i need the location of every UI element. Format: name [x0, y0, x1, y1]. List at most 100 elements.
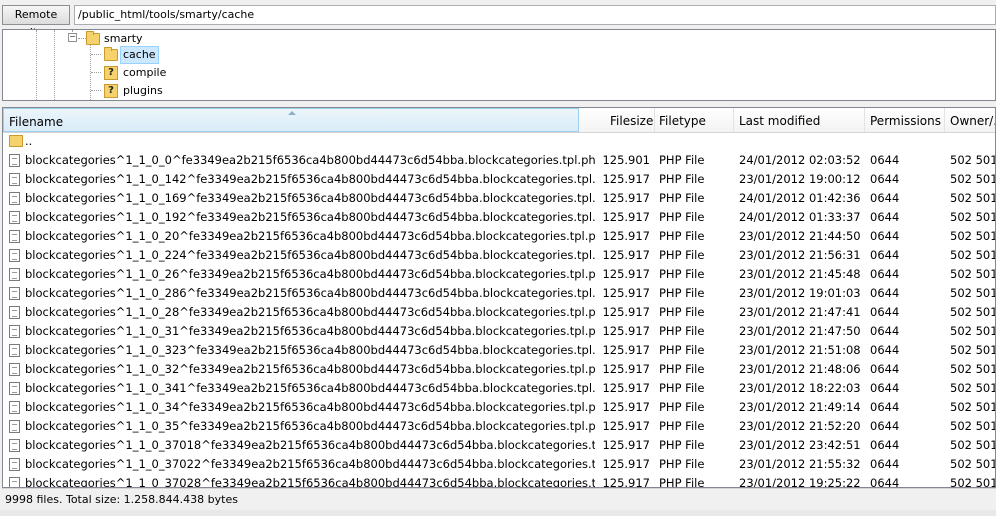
file-type: PHP File [659, 229, 705, 243]
table-row-parent-directory[interactable]: .. [3, 132, 995, 151]
file-owner: 502 501 [950, 210, 996, 224]
unknown-folder-icon: ? [104, 66, 118, 80]
file-permissions: 0644 [870, 305, 900, 319]
tree-guide-line [36, 30, 37, 100]
file-owner: 502 501 [950, 191, 996, 205]
file-type: PHP File [659, 153, 705, 167]
file-type: PHP File [659, 381, 705, 395]
table-row[interactable]: blockcategories^1_1_0_28^fe3349ea2b215f6… [3, 303, 996, 322]
php-file-icon [9, 477, 20, 487]
php-file-icon [9, 344, 20, 357]
file-size: 125.917 [602, 210, 650, 224]
file-last-modified: 23/01/2012 21:55:32 [739, 457, 861, 471]
column-header-filetype[interactable]: Filetype [654, 108, 734, 132]
column-header-last-modified[interactable]: Last modified [734, 108, 865, 132]
file-name: blockcategories^1_1_0_35^fe3349ea2b215f6… [25, 419, 595, 433]
file-permissions: 0644 [870, 172, 900, 186]
table-row[interactable]: blockcategories^1_1_0_31^fe3349ea2b215f6… [3, 322, 995, 341]
file-size: 125.917 [602, 248, 650, 262]
table-row[interactable]: blockcategories^1_1_0_192^fe3349ea2b215f… [3, 208, 996, 227]
file-permissions: 0644 [870, 267, 900, 281]
table-row[interactable]: blockcategories^1_1_0_224^fe3349ea2b215f… [3, 246, 996, 265]
file-last-modified: 24/01/2012 01:42:36 [739, 191, 861, 205]
table-row[interactable]: blockcategories^1_1_0_323^fe3349ea2b215f… [3, 341, 995, 360]
php-file-icon [9, 173, 20, 186]
bottom-strip [0, 510, 996, 516]
file-size: 125.917 [602, 229, 650, 243]
php-file-icon [9, 154, 20, 167]
table-row[interactable]: blockcategories^1_1_0_341^fe3349ea2b215f… [3, 379, 996, 398]
file-last-modified: 23/01/2012 21:52:20 [739, 419, 861, 433]
remote-site-bar: Remote site: /public_html/tools/smarty/c… [0, 0, 996, 39]
column-header-label: Filetype [659, 114, 706, 128]
file-name: blockcategories^1_1_0_169^fe3349ea2b215f… [25, 191, 595, 205]
remote-site-path-input[interactable]: /public_html/tools/smarty/cache [74, 5, 996, 25]
column-header-label: Permissions [870, 114, 941, 128]
file-owner: 502 501 [950, 229, 996, 243]
table-row[interactable]: blockcategories^1_1_0_34^fe3349ea2b215f6… [3, 398, 996, 417]
file-last-modified: 23/01/2012 19:25:22 [739, 476, 861, 488]
remote-directory-tree[interactable]: − smarty cache ? compile ? plugins [2, 29, 996, 101]
file-name: blockcategories^1_1_0_20^fe3349ea2b215f6… [25, 229, 595, 243]
file-owner: 502 501 [950, 438, 996, 452]
column-header-owner[interactable]: Owner/... [945, 108, 995, 132]
file-owner: 502 501 [950, 381, 996, 395]
tree-item-compile[interactable]: ? compile [104, 64, 166, 82]
php-file-icon [9, 382, 20, 395]
file-permissions: 0644 [870, 343, 900, 357]
file-permissions: 0644 [870, 476, 900, 488]
php-file-icon [9, 249, 20, 262]
file-owner: 502 501 [950, 400, 996, 414]
table-row[interactable]: blockcategories^1_1_0_37022^fe3349ea2b21… [3, 455, 995, 474]
column-header-permissions[interactable]: Permissions [865, 108, 945, 132]
file-list-rows: .. blockcategories^1_1_0_0^fe3349ea2b215… [3, 132, 996, 488]
file-permissions: 0644 [870, 400, 900, 414]
file-owner: 502 501 [950, 172, 996, 186]
tree-guide-line [91, 72, 101, 73]
table-row[interactable]: blockcategories^1_1_0_35^fe3349ea2b215f6… [3, 417, 995, 436]
file-last-modified: 23/01/2012 21:51:08 [739, 343, 861, 357]
column-header-label: Last modified [739, 114, 821, 128]
file-size: 125.917 [602, 400, 650, 414]
file-last-modified: 24/01/2012 02:03:52 [739, 153, 861, 167]
file-owner: 502 501 [950, 248, 996, 262]
file-size: 125.917 [602, 324, 650, 338]
php-file-icon [9, 268, 20, 281]
php-file-icon [9, 230, 20, 243]
remote-file-list[interactable]: Filename Filesize Filetype Last modified… [2, 107, 996, 488]
table-row[interactable]: blockcategories^1_1_0_286^fe3349ea2b215f… [3, 284, 996, 303]
file-type: PHP File [659, 248, 705, 262]
table-row[interactable]: blockcategories^1_1_0_32^fe3349ea2b215f6… [3, 360, 995, 379]
file-owner: 502 501 [950, 286, 996, 300]
file-size: 125.917 [602, 419, 650, 433]
table-row[interactable]: blockcategories^1_1_0_169^fe3349ea2b215f… [3, 189, 996, 208]
file-size: 125.917 [602, 172, 650, 186]
table-row[interactable]: blockcategories^1_1_0_0^fe3349ea2b215f65… [3, 151, 995, 170]
table-row[interactable]: blockcategories^1_1_0_26^fe3349ea2b215f6… [3, 265, 996, 284]
file-type: PHP File [659, 438, 705, 452]
collapse-smarty-toggle[interactable]: − [68, 33, 77, 42]
tree-item-plugins[interactable]: ? plugins [104, 82, 163, 100]
file-size: 125.917 [602, 191, 650, 205]
tree-item-smarty[interactable]: smarty [86, 30, 143, 48]
file-size: 125.917 [602, 343, 650, 357]
table-row[interactable]: blockcategories^1_1_0_142^fe3349ea2b215f… [3, 170, 996, 189]
php-file-icon [9, 192, 20, 205]
table-row[interactable]: blockcategories^1_1_0_20^fe3349ea2b215f6… [3, 227, 996, 246]
file-name: blockcategories^1_1_0_37018^fe3349ea2b21… [25, 438, 595, 452]
php-file-icon [9, 401, 20, 414]
table-row[interactable]: blockcategories^1_1_0_37028^fe3349ea2b21… [3, 474, 995, 488]
file-owner: 502 501 [950, 267, 996, 281]
column-header-filename[interactable]: Filename [3, 108, 579, 132]
remote-site-label: Remote site: [2, 5, 70, 39]
file-owner: 502 501 [950, 305, 996, 319]
tree-item-cache[interactable]: cache [104, 46, 159, 64]
file-name: blockcategories^1_1_0_37028^fe3349ea2b21… [25, 476, 595, 488]
file-type: PHP File [659, 343, 705, 357]
file-size: 125.917 [602, 305, 650, 319]
file-name: blockcategories^1_1_0_26^fe3349ea2b215f6… [25, 267, 595, 281]
column-header-filesize[interactable]: Filesize [605, 108, 655, 132]
file-last-modified: 24/01/2012 01:33:37 [739, 210, 861, 224]
table-row[interactable]: blockcategories^1_1_0_37018^fe3349ea2b21… [3, 436, 996, 455]
file-last-modified: 23/01/2012 21:47:41 [739, 305, 861, 319]
